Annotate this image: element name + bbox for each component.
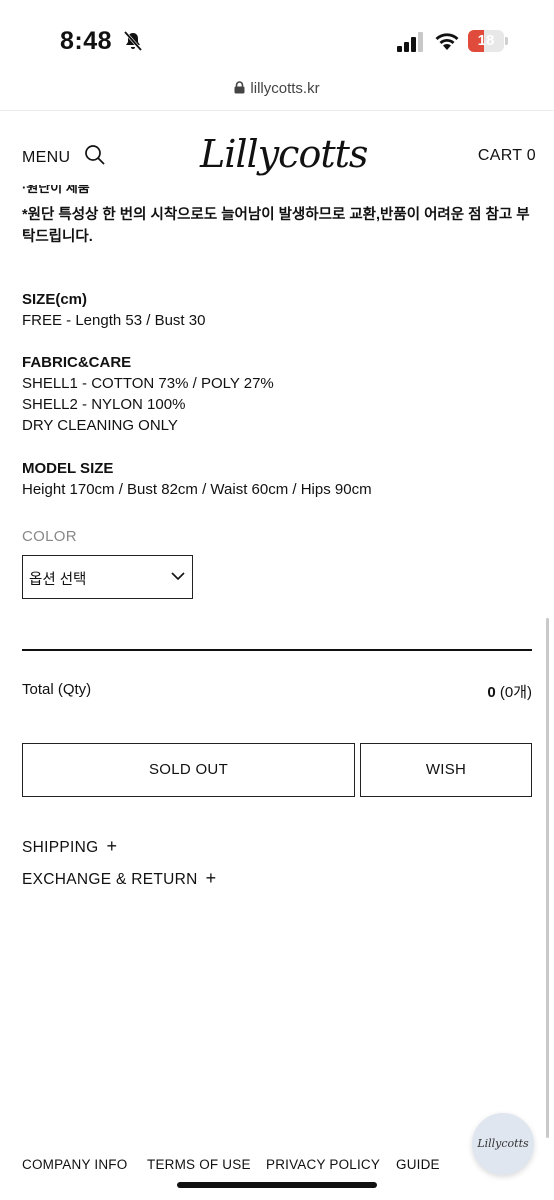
shipping-accordion[interactable]: SHIPPING + xyxy=(22,836,117,857)
sold-out-button[interactable]: SOLD OUT xyxy=(22,743,355,797)
footer-privacy[interactable]: PRIVACY POLICY xyxy=(266,1157,380,1172)
site-header: MENU Lillycotts CART 0 xyxy=(0,112,554,190)
status-time: 8:48 xyxy=(60,27,113,55)
fabric-line: DRY CLEANING ONLY xyxy=(22,417,178,434)
bell-slash-icon xyxy=(123,31,143,51)
footer-links: COMPANY INFO TERMS OF USE PRIVACY POLICY… xyxy=(0,1157,554,1177)
battery-level: 18 xyxy=(477,32,495,49)
size-line: FREE - Length 53 / Bust 30 xyxy=(22,312,206,329)
menu-button[interactable]: MENU xyxy=(22,149,70,167)
size-heading: SIZE(cm) xyxy=(22,291,88,308)
cart-button[interactable]: CART 0 xyxy=(478,147,536,165)
signal-icon xyxy=(397,32,423,52)
divider xyxy=(0,110,554,111)
total-label: Total (Qty) xyxy=(22,681,92,698)
footer-company-info[interactable]: COMPANY INFO xyxy=(22,1157,127,1172)
fabric-line: SHELL1 - COTTON 73% / POLY 27% xyxy=(22,375,274,392)
fabric-line: SHELL2 - NYLON 100% xyxy=(22,396,186,413)
model-line: Height 170cm / Bust 82cm / Waist 60cm / … xyxy=(22,481,372,498)
wifi-icon xyxy=(435,33,459,50)
fabric-section: FABRIC&CARE SHELL1 - COTTON 73% / POLY 2… xyxy=(22,352,542,436)
color-label: COLOR xyxy=(22,528,77,545)
model-heading: MODEL SIZE xyxy=(22,460,114,477)
plus-icon: + xyxy=(205,868,217,888)
fabric-heading: FABRIC&CARE xyxy=(22,354,132,371)
product-notice: *원단 특성상 한 번의 시착으로도 늘어남이 발생하므로 교환,반품이 어려운… xyxy=(22,207,530,245)
total-amount: 0 xyxy=(487,684,496,701)
footer-terms[interactable]: TERMS OF USE xyxy=(147,1157,251,1172)
home-indicator[interactable] xyxy=(177,1182,377,1188)
cut-off-text: ·원단이 제품 xyxy=(22,185,90,195)
site-logo[interactable]: Lillycotts xyxy=(200,132,368,176)
status-bar: 8:48 18 xyxy=(0,0,554,80)
model-section: MODEL SIZE Height 170cm / Bust 82cm / Wa… xyxy=(22,458,542,500)
scrollbar[interactable] xyxy=(546,618,549,1138)
url-text: lillycotts.kr xyxy=(250,80,320,97)
chevron-down-icon xyxy=(171,572,185,581)
floating-logo-button[interactable]: Lillycotts xyxy=(472,1113,534,1175)
shipping-label: SHIPPING xyxy=(22,839,99,856)
divider xyxy=(22,649,532,651)
total-value: 0 (0개) xyxy=(487,681,532,702)
url-bar[interactable]: lillycotts.kr xyxy=(0,80,554,110)
plus-icon: + xyxy=(106,836,118,856)
total-qty: (0개) xyxy=(499,684,532,701)
color-select[interactable]: 옵션 선택 xyxy=(22,555,193,599)
size-section: SIZE(cm) FREE - Length 53 / Bust 30 xyxy=(22,289,542,331)
exchange-label: EXCHANGE & RETURN xyxy=(22,871,198,888)
footer-guide[interactable]: GUIDE xyxy=(396,1157,440,1172)
wish-button[interactable]: WISH xyxy=(360,743,532,797)
battery-icon: 18 xyxy=(468,30,508,52)
search-icon[interactable] xyxy=(84,144,106,166)
exchange-accordion[interactable]: EXCHANGE & RETURN + xyxy=(22,868,216,889)
select-value: 옵션 선택 xyxy=(29,572,87,588)
lock-icon xyxy=(234,81,245,94)
